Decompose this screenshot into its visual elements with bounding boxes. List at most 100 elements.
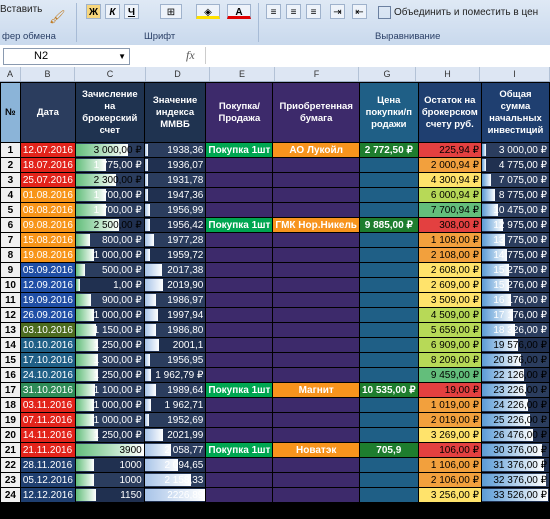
row-number[interactable]: 19	[0, 412, 21, 428]
action-cell[interactable]	[205, 157, 274, 173]
date-cell[interactable]: 15.08.2016	[19, 232, 76, 248]
date-cell[interactable]: 19.09.2016	[19, 292, 76, 308]
total-cell[interactable]: 13 775,00 ₽	[480, 232, 550, 248]
deposit-cell[interactable]: 1,00 ₽	[74, 277, 145, 293]
price-cell[interactable]: 2 772,50 ₽	[358, 142, 419, 158]
deposit-cell[interactable]: 1 250,00 ₽	[74, 367, 145, 383]
deposit-cell[interactable]: 1 000,00 ₽	[74, 247, 145, 263]
index-cell[interactable]: 1956,99	[143, 202, 207, 218]
header-action[interactable]: Покупка/ Продажа	[205, 82, 274, 143]
security-cell[interactable]	[272, 277, 360, 293]
date-cell[interactable]: 05.12.2016	[19, 472, 76, 488]
deposit-cell[interactable]: 500,00 ₽	[74, 262, 145, 278]
indent-icon[interactable]: ⇥	[330, 4, 345, 19]
security-cell[interactable]	[272, 367, 360, 383]
index-cell[interactable]: 1997,94	[143, 307, 207, 323]
action-cell[interactable]	[205, 337, 274, 353]
index-cell[interactable]: 2001,1	[143, 337, 207, 353]
date-cell[interactable]: 21.11.2016	[19, 442, 76, 458]
row-number[interactable]: 1	[0, 142, 21, 158]
price-cell[interactable]	[358, 367, 419, 383]
action-cell[interactable]	[205, 367, 274, 383]
date-cell[interactable]: 25.07.2016	[19, 172, 76, 188]
column-header-g[interactable]: G	[359, 67, 416, 81]
column-header-a[interactable]: A	[0, 67, 21, 81]
row-number[interactable]: 21	[0, 442, 21, 458]
price-cell[interactable]: 10 535,00 ₽	[358, 382, 419, 398]
total-cell[interactable]: 19 576,00 ₽	[480, 337, 550, 353]
row-number[interactable]: 2	[0, 157, 21, 173]
underline-icon[interactable]: Ч	[124, 4, 139, 19]
total-cell[interactable]: 24 226,00 ₽	[480, 397, 550, 413]
index-cell[interactable]: 1977,28	[143, 232, 207, 248]
column-header-e[interactable]: E	[210, 67, 275, 81]
date-cell[interactable]: 03.10.2016	[19, 322, 76, 338]
date-cell[interactable]: 31.10.2016	[19, 382, 76, 398]
balance-cell[interactable]: 6 909,00 ₽	[417, 337, 482, 353]
date-cell[interactable]: 26.09.2016	[19, 307, 76, 323]
index-cell[interactable]: 2 158,33	[143, 472, 207, 488]
date-cell[interactable]: 28.11.2016	[19, 457, 76, 473]
price-cell[interactable]	[358, 187, 419, 203]
align-center-icon[interactable]: ≡	[286, 4, 301, 19]
action-cell[interactable]	[205, 352, 274, 368]
security-cell[interactable]	[272, 157, 360, 173]
deposit-cell[interactable]: 1 000,00 ₽	[74, 307, 145, 323]
deposit-cell[interactable]: 1 250,00 ₽	[74, 337, 145, 353]
action-cell[interactable]	[205, 247, 274, 263]
security-cell[interactable]	[272, 472, 360, 488]
security-cell[interactable]: Магнит	[272, 382, 360, 398]
price-cell[interactable]: 9 885,00 ₽	[358, 217, 419, 233]
action-cell[interactable]	[205, 172, 274, 188]
date-cell[interactable]: 03.11.2016	[19, 397, 76, 413]
security-cell[interactable]	[272, 292, 360, 308]
brush-icon[interactable]: 🖌	[49, 9, 66, 25]
row-number[interactable]: 13	[0, 322, 21, 338]
column-header-b[interactable]: B	[21, 67, 75, 81]
index-cell[interactable]: 1956,42	[143, 217, 207, 233]
merge-button[interactable]: Объединить и поместить в цен	[378, 6, 538, 19]
total-cell[interactable]: 4 775,00 ₽	[480, 157, 550, 173]
index-cell[interactable]: 1952,69	[143, 412, 207, 428]
deposit-cell[interactable]: 1 250,00 ₽	[74, 427, 145, 443]
row-number[interactable]: 10	[0, 277, 21, 293]
action-cell[interactable]: Покупка 1шт	[205, 217, 274, 233]
balance-cell[interactable]: 2 108,00 ₽	[417, 247, 482, 263]
action-cell[interactable]: Покупка 1шт	[205, 382, 274, 398]
balance-cell[interactable]: 4 300,94 ₽	[417, 172, 482, 188]
price-cell[interactable]	[358, 277, 419, 293]
deposit-cell[interactable]: 3900	[74, 442, 145, 458]
balance-cell[interactable]: 2 106,00 ₽	[417, 472, 482, 488]
fill-color-icon[interactable]: ◈	[196, 4, 220, 19]
index-cell[interactable]: 2019,90	[143, 277, 207, 293]
action-cell[interactable]: Покупка 1шт	[205, 142, 274, 158]
balance-cell[interactable]: 3 509,00 ₽	[417, 292, 482, 308]
security-cell[interactable]	[272, 262, 360, 278]
deposit-cell[interactable]: 1 775,00 ₽	[74, 157, 145, 173]
row-number[interactable]: 9	[0, 262, 21, 278]
header-index[interactable]: Значение индекса ММВБ	[143, 82, 207, 143]
security-cell[interactable]	[272, 247, 360, 263]
total-cell[interactable]: 15 276,00 ₽	[480, 277, 550, 293]
deposit-cell[interactable]: 900,00 ₽	[74, 292, 145, 308]
row-number[interactable]: 16	[0, 367, 21, 383]
security-cell[interactable]	[272, 187, 360, 203]
action-cell[interactable]	[205, 187, 274, 203]
total-cell[interactable]: 33 526,00 ₽	[480, 487, 550, 503]
security-cell[interactable]: АО Лукойл	[272, 142, 360, 158]
total-cell[interactable]: 16 176,00 ₽	[480, 292, 550, 308]
action-cell[interactable]	[205, 262, 274, 278]
price-cell[interactable]	[358, 487, 419, 503]
balance-cell[interactable]: 225,94 ₽	[417, 142, 482, 158]
total-cell[interactable]: 25 226,00 ₽	[480, 412, 550, 428]
row-number[interactable]: 14	[0, 337, 21, 353]
deposit-cell[interactable]: 1 000,00 ₽	[74, 397, 145, 413]
row-number[interactable]: 20	[0, 427, 21, 443]
date-cell[interactable]: 09.08.2016	[19, 217, 76, 233]
total-cell[interactable]: 7 075,00 ₽	[480, 172, 550, 188]
formula-input[interactable]	[205, 47, 549, 64]
action-cell[interactable]	[205, 307, 274, 323]
action-cell[interactable]	[205, 202, 274, 218]
row-number[interactable]: 24	[0, 487, 21, 503]
security-cell[interactable]	[272, 307, 360, 323]
